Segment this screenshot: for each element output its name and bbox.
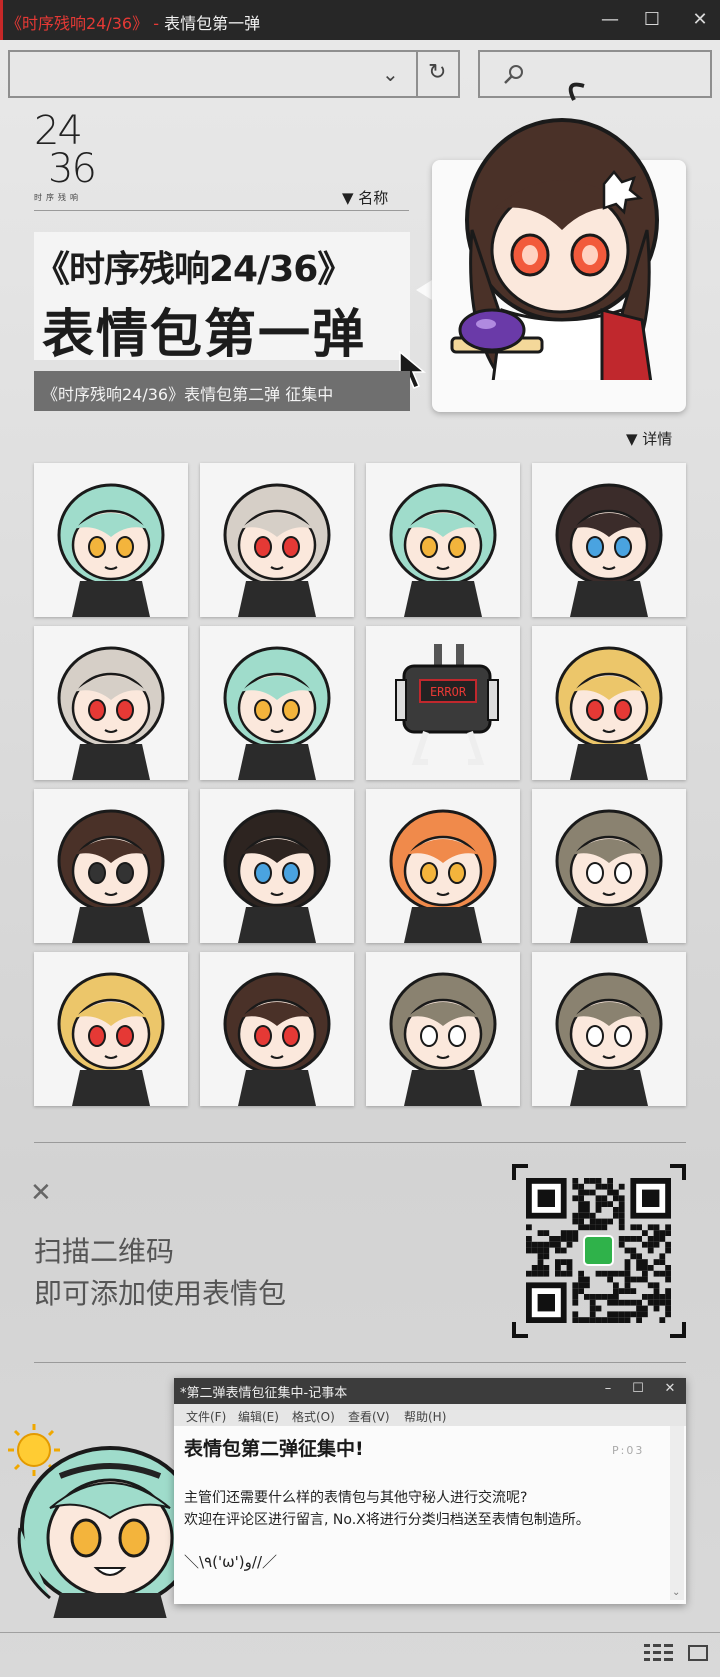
orange-hair-beanbag-icon — [389, 809, 497, 943]
blonde-door-icon — [555, 646, 663, 780]
logo-sub: 时序残响 — [34, 193, 82, 202]
title-bar: 《时序残响24/36》 - 表情包第一弹 — ☐ ✕ — [0, 0, 720, 40]
notepad-title-bar: *第二弹表情包征集中-记事本 – ☐ ✕ — [174, 1378, 686, 1404]
divider — [34, 210, 409, 211]
sticker-blonde-thumbs-up[interactable] — [34, 952, 188, 1106]
name-label[interactable]: ▼ 名称 — [342, 187, 388, 208]
logo-bottom: 36 — [48, 146, 97, 192]
sticker-white-hair-smirk[interactable] — [200, 463, 354, 617]
menu-help[interactable]: 帮助(H) — [404, 1408, 446, 1425]
details-view-icon[interactable] — [644, 1643, 674, 1663]
status-divider — [0, 1632, 720, 1633]
sticker-orange-hair-beanbag[interactable] — [366, 789, 520, 943]
window-title: 《时序残响24/36》 - 表情包第一弹 — [6, 10, 260, 34]
gray-hair-tired-icon — [555, 972, 663, 1106]
notepad-body-line1: 主管们还需要什么样的表情包与其他守秘人进行交流呢? — [184, 1490, 528, 1506]
white-hair-smirk-icon — [223, 483, 331, 617]
subtitle-bar[interactable]: 《时序残响24/36》表情包第二弹 征集中 — [34, 371, 410, 411]
divider — [34, 1362, 686, 1363]
subtitle-text: 《时序残响24/36》表情包第二弹 征集中 — [42, 385, 334, 404]
notepad-maximize-button[interactable]: ☐ — [624, 1381, 652, 1396]
address-separator — [416, 52, 418, 96]
logo: 24 36 时序残响 — [34, 108, 104, 212]
close-button[interactable]: ✕ — [680, 6, 720, 34]
svg-text:ERROR: ERROR — [430, 685, 467, 699]
notepad-close-button[interactable]: ✕ — [656, 1381, 684, 1396]
gray-hair-ghost-icon — [389, 972, 497, 1106]
notepad-body: 主管们还需要什么样的表情包与其他守秘人进行交流呢? 欢迎在评论区进行留言, No… — [184, 1487, 654, 1531]
sticker-green-hair-sun[interactable] — [34, 463, 188, 617]
green-hair-cloud-icon — [389, 483, 497, 617]
featured-character-icon — [450, 82, 659, 380]
robot-error-icon: ERROR — [395, 644, 499, 765]
sticker-robot-error[interactable]: ERROR — [366, 626, 520, 780]
blonde-thumbs-up-icon — [57, 972, 165, 1106]
minimize-button[interactable]: — — [590, 6, 630, 34]
maximize-button[interactable]: ☐ — [632, 6, 672, 34]
sticker-dark-hair-cloth[interactable] — [532, 463, 686, 617]
large-icons-view-icon[interactable] — [688, 1645, 708, 1661]
notepad-heading: 表情包第二弹征集中! — [184, 1438, 364, 1460]
page-title-line2: 表情包第一弹 — [42, 305, 367, 365]
close-icon[interactable]: ✕ — [30, 1178, 52, 1208]
sticker-gray-hair-ghost[interactable] — [366, 952, 520, 1106]
qr-code[interactable] — [512, 1164, 686, 1338]
menu-view[interactable]: 查看(V) — [348, 1408, 390, 1425]
notepad-minimize-button[interactable]: – — [594, 1381, 622, 1396]
sticker-green-hair-cloud[interactable] — [366, 463, 520, 617]
title-accent — [0, 0, 3, 40]
dark-hair-bike-icon — [223, 809, 331, 943]
gray-hair-angry-icon — [555, 809, 663, 943]
menu-format[interactable]: 格式(O) — [292, 1408, 335, 1425]
chevron-down-icon[interactable]: ⌄ — [382, 62, 399, 86]
notepad-text-area[interactable]: 表情包第二弹征集中! 主管们还需要什么样的表情包与其他守秘人进行交流呢? 欢迎在… — [184, 1434, 654, 1572]
featured-sticker[interactable] — [432, 82, 686, 412]
green-hair-splash-icon — [223, 646, 331, 780]
title-block: 《时序残响24/36》 表情包第一弹 — [34, 232, 410, 365]
sticker-white-hair-confused[interactable] — [34, 626, 188, 780]
brown-hair-bowl-icon — [223, 972, 331, 1106]
menu-file[interactable]: 文件(F) — [186, 1408, 226, 1425]
notepad-menu-bar: 文件(F) 编辑(E) 格式(O) 查看(V) 帮助(H) — [174, 1404, 686, 1426]
logo-top: 24 — [34, 108, 83, 154]
window-title-rest: 表情包第一弹 — [164, 14, 261, 33]
qr-instruction-line1: 扫描二维码 — [34, 1235, 175, 1268]
sticker-blonde-door[interactable] — [532, 626, 686, 780]
sticker-grid: ERROR — [34, 463, 686, 1106]
qr-instruction-line2: 即可添加使用表情包 — [34, 1277, 287, 1310]
sticker-brown-hair-shiver[interactable] — [34, 789, 188, 943]
brown-hair-shiver-icon — [57, 809, 165, 943]
notepad-body-line2: 欢迎在评论区进行留言, No.X将进行分类归档送至表情包制造所。 — [184, 1512, 590, 1528]
dark-hair-cloth-icon — [555, 483, 663, 617]
window-title-highlight: 《时序残响24/36》 — [6, 14, 149, 33]
page-title-line1: 《时序残响24/36》 — [34, 249, 353, 290]
sticker-dark-hair-bike[interactable] — [200, 789, 354, 943]
sticker-gray-hair-tired[interactable] — [532, 952, 686, 1106]
divider — [34, 1142, 686, 1143]
window-title-separator: - — [148, 14, 165, 33]
notepad-scrollbar[interactable]: ⌄ — [670, 1426, 684, 1600]
wechat-icon — [583, 1235, 614, 1266]
notepad-kaomoji: ＼\٩('ω')و//／ — [184, 1553, 277, 1571]
notepad-window: *第二弹表情包征集中-记事本 – ☐ ✕ 文件(F) 编辑(E) 格式(O) 查… — [174, 1378, 686, 1604]
address-bar[interactable]: ⌄ ↻ — [8, 50, 460, 98]
menu-edit[interactable]: 编辑(E) — [238, 1408, 279, 1425]
white-hair-confused-icon — [57, 646, 165, 780]
sticker-gray-hair-angry[interactable] — [532, 789, 686, 943]
sticker-green-hair-splash[interactable] — [200, 626, 354, 780]
green-hair-sun-icon — [57, 483, 165, 617]
scroll-down-icon[interactable]: ⌄ — [672, 1587, 680, 1598]
notepad-title: *第二弹表情包征集中-记事本 — [180, 1386, 348, 1401]
bubble-tail — [416, 280, 432, 300]
detail-label[interactable]: ▼ 详情 — [626, 428, 672, 449]
sticker-brown-hair-bowl[interactable] — [200, 952, 354, 1106]
